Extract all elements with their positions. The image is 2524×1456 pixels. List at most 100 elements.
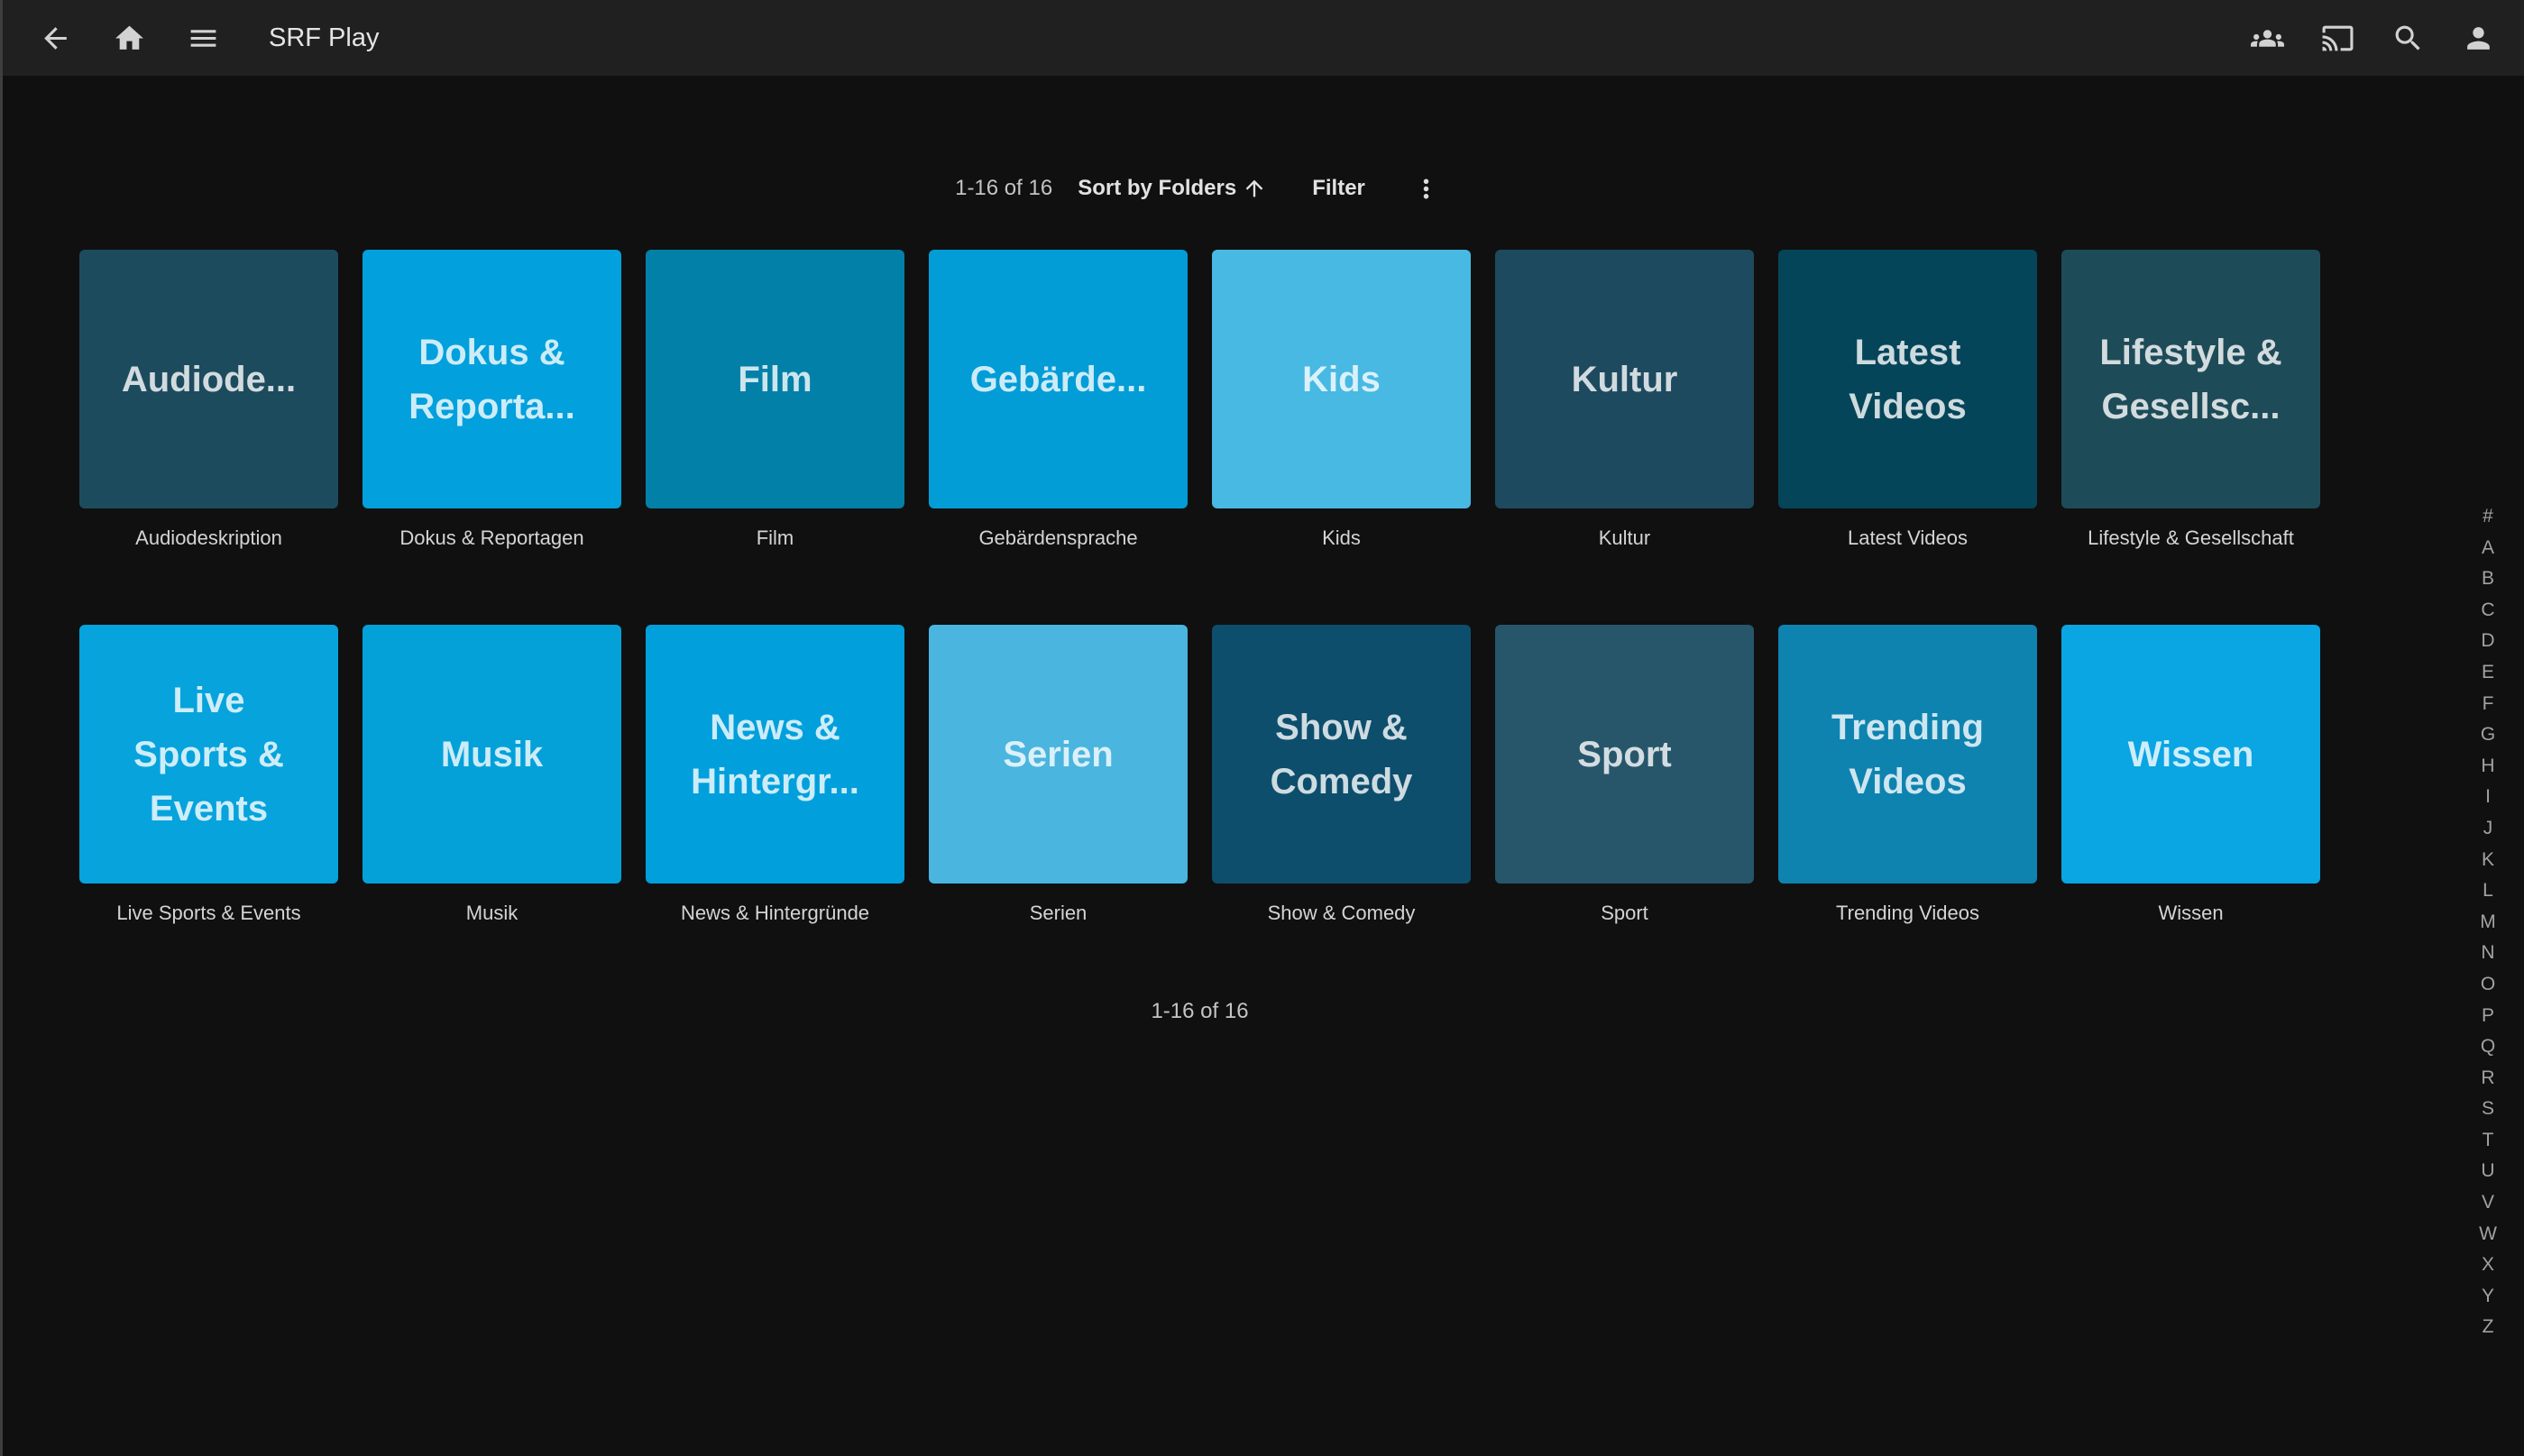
folder-card-tile[interactable]: Trending Videos — [1778, 625, 2037, 884]
folder-card-title: Kids — [1302, 353, 1381, 407]
folder-card-title: Latest Videos — [1849, 325, 1966, 434]
folder-card-title: Lifestyle & Gesellsc... — [2099, 325, 2281, 434]
folder-card[interactable]: Film Film — [646, 250, 904, 550]
kebab-menu-icon — [1411, 174, 1441, 204]
folder-card-title: Live Sports & Events — [133, 673, 284, 836]
folder-card-tile[interactable]: Live Sports & Events — [79, 625, 338, 884]
folder-card[interactable]: Serien Serien — [929, 625, 1188, 925]
folder-card-label: Musik — [363, 902, 621, 925]
alpha-letter-#[interactable]: # — [2483, 501, 2493, 533]
alpha-letter-R[interactable]: R — [2481, 1063, 2494, 1094]
syncplay-button[interactable] — [2246, 17, 2288, 59]
arrow-back-icon — [39, 22, 72, 55]
home-icon — [113, 22, 146, 55]
folder-card-label: Kultur — [1495, 527, 1754, 550]
top-app-bar: SRF Play — [0, 0, 2524, 76]
folder-card-tile[interactable]: Musik — [363, 625, 621, 884]
folder-card-title: Audiode... — [122, 353, 296, 407]
folder-card-label: Serien — [929, 902, 1188, 925]
filter-button[interactable]: Filter — [1312, 176, 1365, 201]
folder-card-title: News & Hintergr... — [691, 701, 859, 809]
alpha-letter-D[interactable]: D — [2481, 626, 2494, 657]
alpha-letter-Z[interactable]: Z — [2483, 1312, 2494, 1343]
alpha-letter-S[interactable]: S — [2482, 1094, 2494, 1125]
folder-card[interactable]: Lifestyle & Gesellsc... Lifestyle & Gese… — [2061, 250, 2320, 550]
folder-card-title: Film — [738, 353, 812, 407]
alpha-letter-E[interactable]: E — [2482, 657, 2494, 689]
alpha-letter-A[interactable]: A — [2482, 533, 2494, 564]
alpha-letter-V[interactable]: V — [2482, 1187, 2494, 1219]
folder-grid: Audiode... Audiodeskription Dokus & Repo… — [79, 250, 2320, 925]
menu-button[interactable] — [182, 17, 224, 59]
folder-card[interactable]: Show & Comedy Show & Comedy — [1212, 625, 1471, 925]
alpha-letter-B[interactable]: B — [2482, 563, 2494, 595]
folder-card-label: Wissen — [2061, 902, 2320, 925]
user-button[interactable] — [2457, 17, 2499, 59]
folder-card[interactable]: Audiode... Audiodeskription — [79, 250, 338, 550]
folder-card[interactable]: News & Hintergr... News & Hintergründe — [646, 625, 904, 925]
folder-card[interactable]: Sport Sport — [1495, 625, 1754, 925]
folder-card-title: Dokus & Reporta... — [408, 325, 574, 434]
folder-card-title: Gebärde... — [970, 353, 1147, 407]
folder-card[interactable]: Live Sports & Events Live Sports & Event… — [79, 625, 338, 925]
folder-card-tile[interactable]: Show & Comedy — [1212, 625, 1471, 884]
folder-card[interactable]: Latest Videos Latest Videos — [1778, 250, 2037, 550]
folder-card[interactable]: Wissen Wissen — [2061, 625, 2320, 925]
folder-card-tile[interactable]: Kids — [1212, 250, 1471, 508]
alpha-letter-K[interactable]: K — [2482, 845, 2494, 876]
folder-card-tile[interactable]: Audiode... — [79, 250, 338, 508]
alpha-letter-L[interactable]: L — [2483, 875, 2493, 907]
cast-button[interactable] — [2317, 17, 2358, 59]
alpha-letter-N[interactable]: N — [2481, 938, 2494, 969]
people-group-icon — [2251, 22, 2284, 55]
window-edge — [0, 0, 3, 1456]
sort-button[interactable]: Sort by Folders — [1078, 176, 1267, 201]
alpha-letter-Y[interactable]: Y — [2482, 1281, 2494, 1313]
alpha-letter-U[interactable]: U — [2481, 1156, 2494, 1187]
alpha-letter-Q[interactable]: Q — [2481, 1031, 2495, 1063]
folder-card-tile[interactable]: Gebärde... — [929, 250, 1188, 508]
folder-card-label: Kids — [1212, 527, 1471, 550]
folder-card-tile[interactable]: Serien — [929, 625, 1188, 884]
folder-card-tile[interactable]: Dokus & Reporta... — [363, 250, 621, 508]
folder-card-tile[interactable]: Kultur — [1495, 250, 1754, 508]
cast-icon — [2321, 22, 2354, 55]
alpha-letter-X[interactable]: X — [2482, 1250, 2494, 1281]
home-button[interactable] — [108, 17, 150, 59]
folder-card[interactable]: Trending Videos Trending Videos — [1778, 625, 2037, 925]
more-options-button[interactable] — [1409, 170, 1445, 206]
search-icon — [2391, 22, 2425, 55]
alpha-letter-C[interactable]: C — [2481, 595, 2494, 627]
back-button[interactable] — [34, 17, 76, 59]
folder-card-tile[interactable]: Wissen — [2061, 625, 2320, 884]
alpha-letter-O[interactable]: O — [2481, 969, 2495, 1001]
arrow-upward-icon — [1236, 176, 1267, 201]
folder-card[interactable]: Musik Musik — [363, 625, 621, 925]
alpha-letter-I[interactable]: I — [2485, 782, 2491, 813]
alpha-letter-H[interactable]: H — [2481, 751, 2494, 783]
folder-card[interactable]: Dokus & Reporta... Dokus & Reportagen — [363, 250, 621, 550]
folder-card-label: Trending Videos — [1778, 902, 2037, 925]
folder-card[interactable]: Gebärde... Gebärdensprache — [929, 250, 1188, 550]
app-screen: SRF Play 1-16 of 16 Sort by Folders — [0, 0, 2524, 1456]
folder-card-tile[interactable]: News & Hintergr... — [646, 625, 904, 884]
folder-card-tile[interactable]: Sport — [1495, 625, 1754, 884]
items-count: 1-16 of 16 — [955, 176, 1052, 201]
folder-card-tile[interactable]: Lifestyle & Gesellsc... — [2061, 250, 2320, 508]
folder-card-title: Musik — [441, 728, 543, 782]
folder-card-label: Sport — [1495, 902, 1754, 925]
folder-card[interactable]: Kids Kids — [1212, 250, 1471, 550]
folder-card[interactable]: Kultur Kultur — [1495, 250, 1754, 550]
folder-card-label: Latest Videos — [1778, 527, 2037, 550]
alpha-letter-M[interactable]: M — [2480, 907, 2496, 939]
alpha-letter-T[interactable]: T — [2483, 1125, 2494, 1157]
alpha-letter-F[interactable]: F — [2483, 689, 2494, 720]
alpha-letter-J[interactable]: J — [2483, 813, 2493, 845]
search-button[interactable] — [2387, 17, 2428, 59]
folder-card-tile[interactable]: Film — [646, 250, 904, 508]
alpha-letter-W[interactable]: W — [2479, 1219, 2497, 1250]
folder-card-tile[interactable]: Latest Videos — [1778, 250, 2037, 508]
alpha-letter-G[interactable]: G — [2481, 719, 2495, 751]
alpha-letter-P[interactable]: P — [2482, 1001, 2494, 1032]
list-controls: 1-16 of 16 Sort by Folders Filter — [79, 170, 2320, 206]
